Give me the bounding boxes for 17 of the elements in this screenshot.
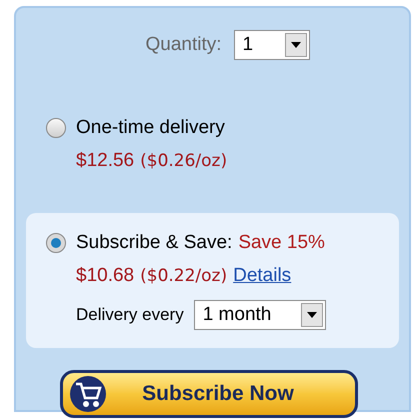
price-text: $12.56 (76, 148, 134, 172)
quantity-label: Quantity: (145, 32, 222, 57)
delivery-label: Delivery every (76, 304, 184, 326)
dropdown-field[interactable]: 1 month (194, 300, 326, 330)
option-label: One-time delivery (76, 116, 225, 140)
price-text: $10.68 (76, 264, 134, 288)
unit-price-text: ($0.26/oz) (140, 150, 228, 172)
subscribe-button[interactable]: Subscribe Now (60, 370, 358, 418)
details-link[interactable]: Details (233, 262, 292, 290)
radio-button[interactable] (46, 233, 66, 254)
option-label: Subscribe & Save: (76, 231, 232, 255)
caret-icon (300, 303, 323, 327)
dropdown-field[interactable]: 1 (234, 30, 310, 60)
savings-text: Save 15% (238, 231, 325, 255)
caret-icon (284, 33, 307, 57)
radio-button[interactable] (46, 118, 66, 138)
unit-price-text: ($0.22/oz) (140, 264, 228, 288)
